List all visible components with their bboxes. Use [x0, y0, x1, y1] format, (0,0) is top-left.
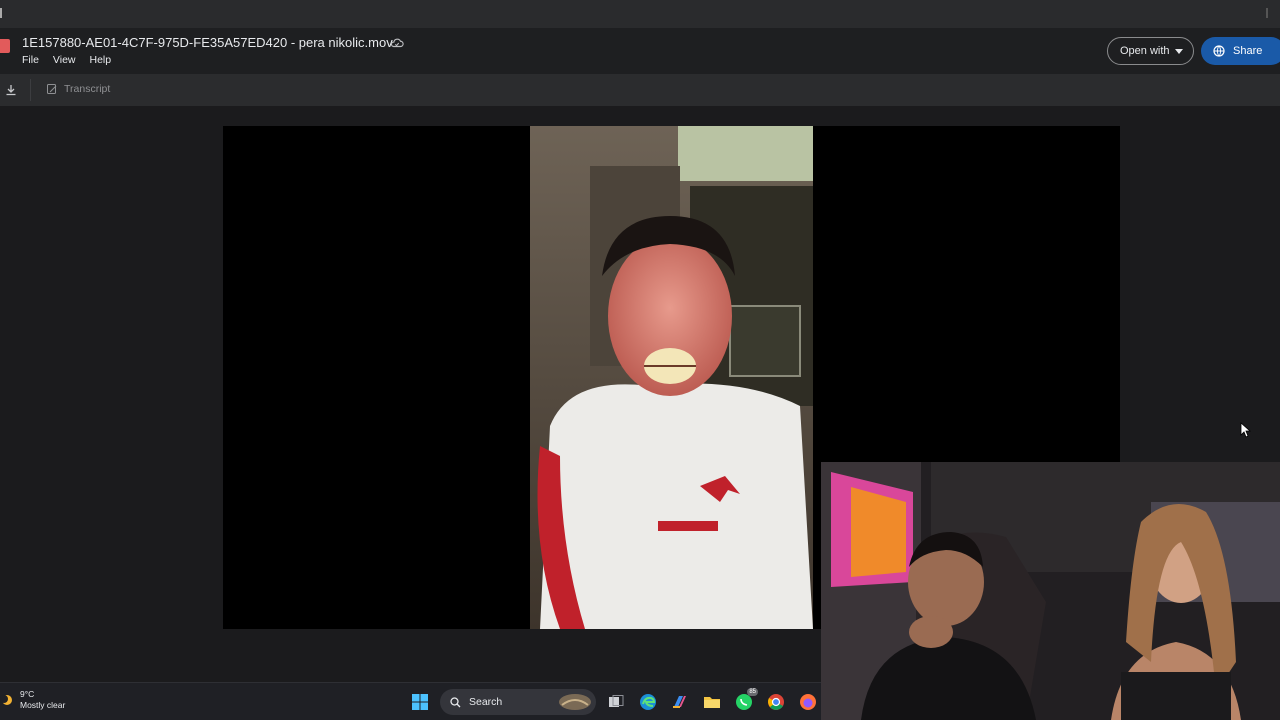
menu-bar: File View Help: [22, 54, 125, 66]
windows-start-button[interactable]: [408, 690, 432, 714]
window-top-strip: [0, 0, 1280, 28]
transcript-label: Transcript: [64, 83, 111, 95]
whatsapp-button[interactable]: 85: [732, 688, 758, 714]
menu-file[interactable]: File: [22, 54, 39, 66]
open-with-label: Open with: [1120, 45, 1170, 57]
share-label: Share: [1233, 45, 1263, 57]
share-button[interactable]: Share: [1201, 37, 1280, 65]
copilot-button[interactable]: [668, 690, 692, 714]
weather-description: Mostly clear: [20, 700, 66, 710]
transcript-button[interactable]: Transcript: [46, 83, 110, 95]
search-icon: [450, 696, 461, 707]
transcript-icon: [47, 84, 57, 94]
windows-taskbar: 9°C Mostly clear Search 85: [0, 682, 821, 720]
search-label: Search: [469, 696, 503, 708]
webcam-image: [821, 462, 1280, 720]
toolbar-divider: [30, 79, 31, 101]
menu-help[interactable]: Help: [90, 54, 112, 66]
weather-widget[interactable]: 9°C Mostly clear: [0, 689, 65, 711]
globe-icon: [1213, 45, 1225, 57]
top-left-marker: [0, 8, 2, 18]
viewer-toolbar: Transcript: [0, 74, 1280, 106]
file-explorer-icon: [704, 697, 720, 708]
top-right-marker: [1266, 8, 1268, 18]
whatsapp-unread-badge: 85: [747, 688, 758, 696]
chrome-icon: [768, 694, 784, 710]
task-view-icon: [609, 695, 624, 707]
taskbar-apps: Search 85: [408, 687, 820, 717]
copilot-icon: [673, 696, 686, 708]
chrome-button[interactable]: [764, 690, 788, 714]
download-button[interactable]: [0, 74, 22, 106]
firefox-button[interactable]: [796, 690, 820, 714]
taskbar-search-box[interactable]: Search: [440, 689, 596, 715]
chevron-down-icon: [1175, 49, 1183, 54]
file-video-icon: [0, 39, 10, 53]
video-frame-image: [530, 126, 813, 629]
title-bar: 1E157880-AE01-4C7F-975D-FE35A57ED420 - p…: [0, 28, 1280, 74]
task-view-button[interactable]: [604, 690, 628, 714]
file-explorer-button[interactable]: [700, 690, 724, 714]
mouse-cursor-icon: [1240, 422, 1252, 438]
menu-view[interactable]: View: [53, 54, 76, 66]
video-frame[interactable]: [530, 126, 813, 629]
windows-start-icon: [412, 694, 428, 710]
edge-icon: [640, 694, 656, 710]
weather-temperature: 9°C: [20, 689, 35, 699]
firefox-icon: [800, 694, 816, 710]
edge-button[interactable]: [636, 690, 660, 714]
open-with-button[interactable]: Open with: [1107, 37, 1194, 65]
download-icon: [6, 85, 16, 96]
weather-moon-icon: [0, 695, 12, 705]
search-highlight-icon: [559, 694, 591, 710]
cloud-saved-icon[interactable]: [390, 36, 404, 50]
webcam-overlay: [821, 462, 1280, 720]
file-title: 1E157880-AE01-4C7F-975D-FE35A57ED420 - p…: [22, 35, 393, 50]
